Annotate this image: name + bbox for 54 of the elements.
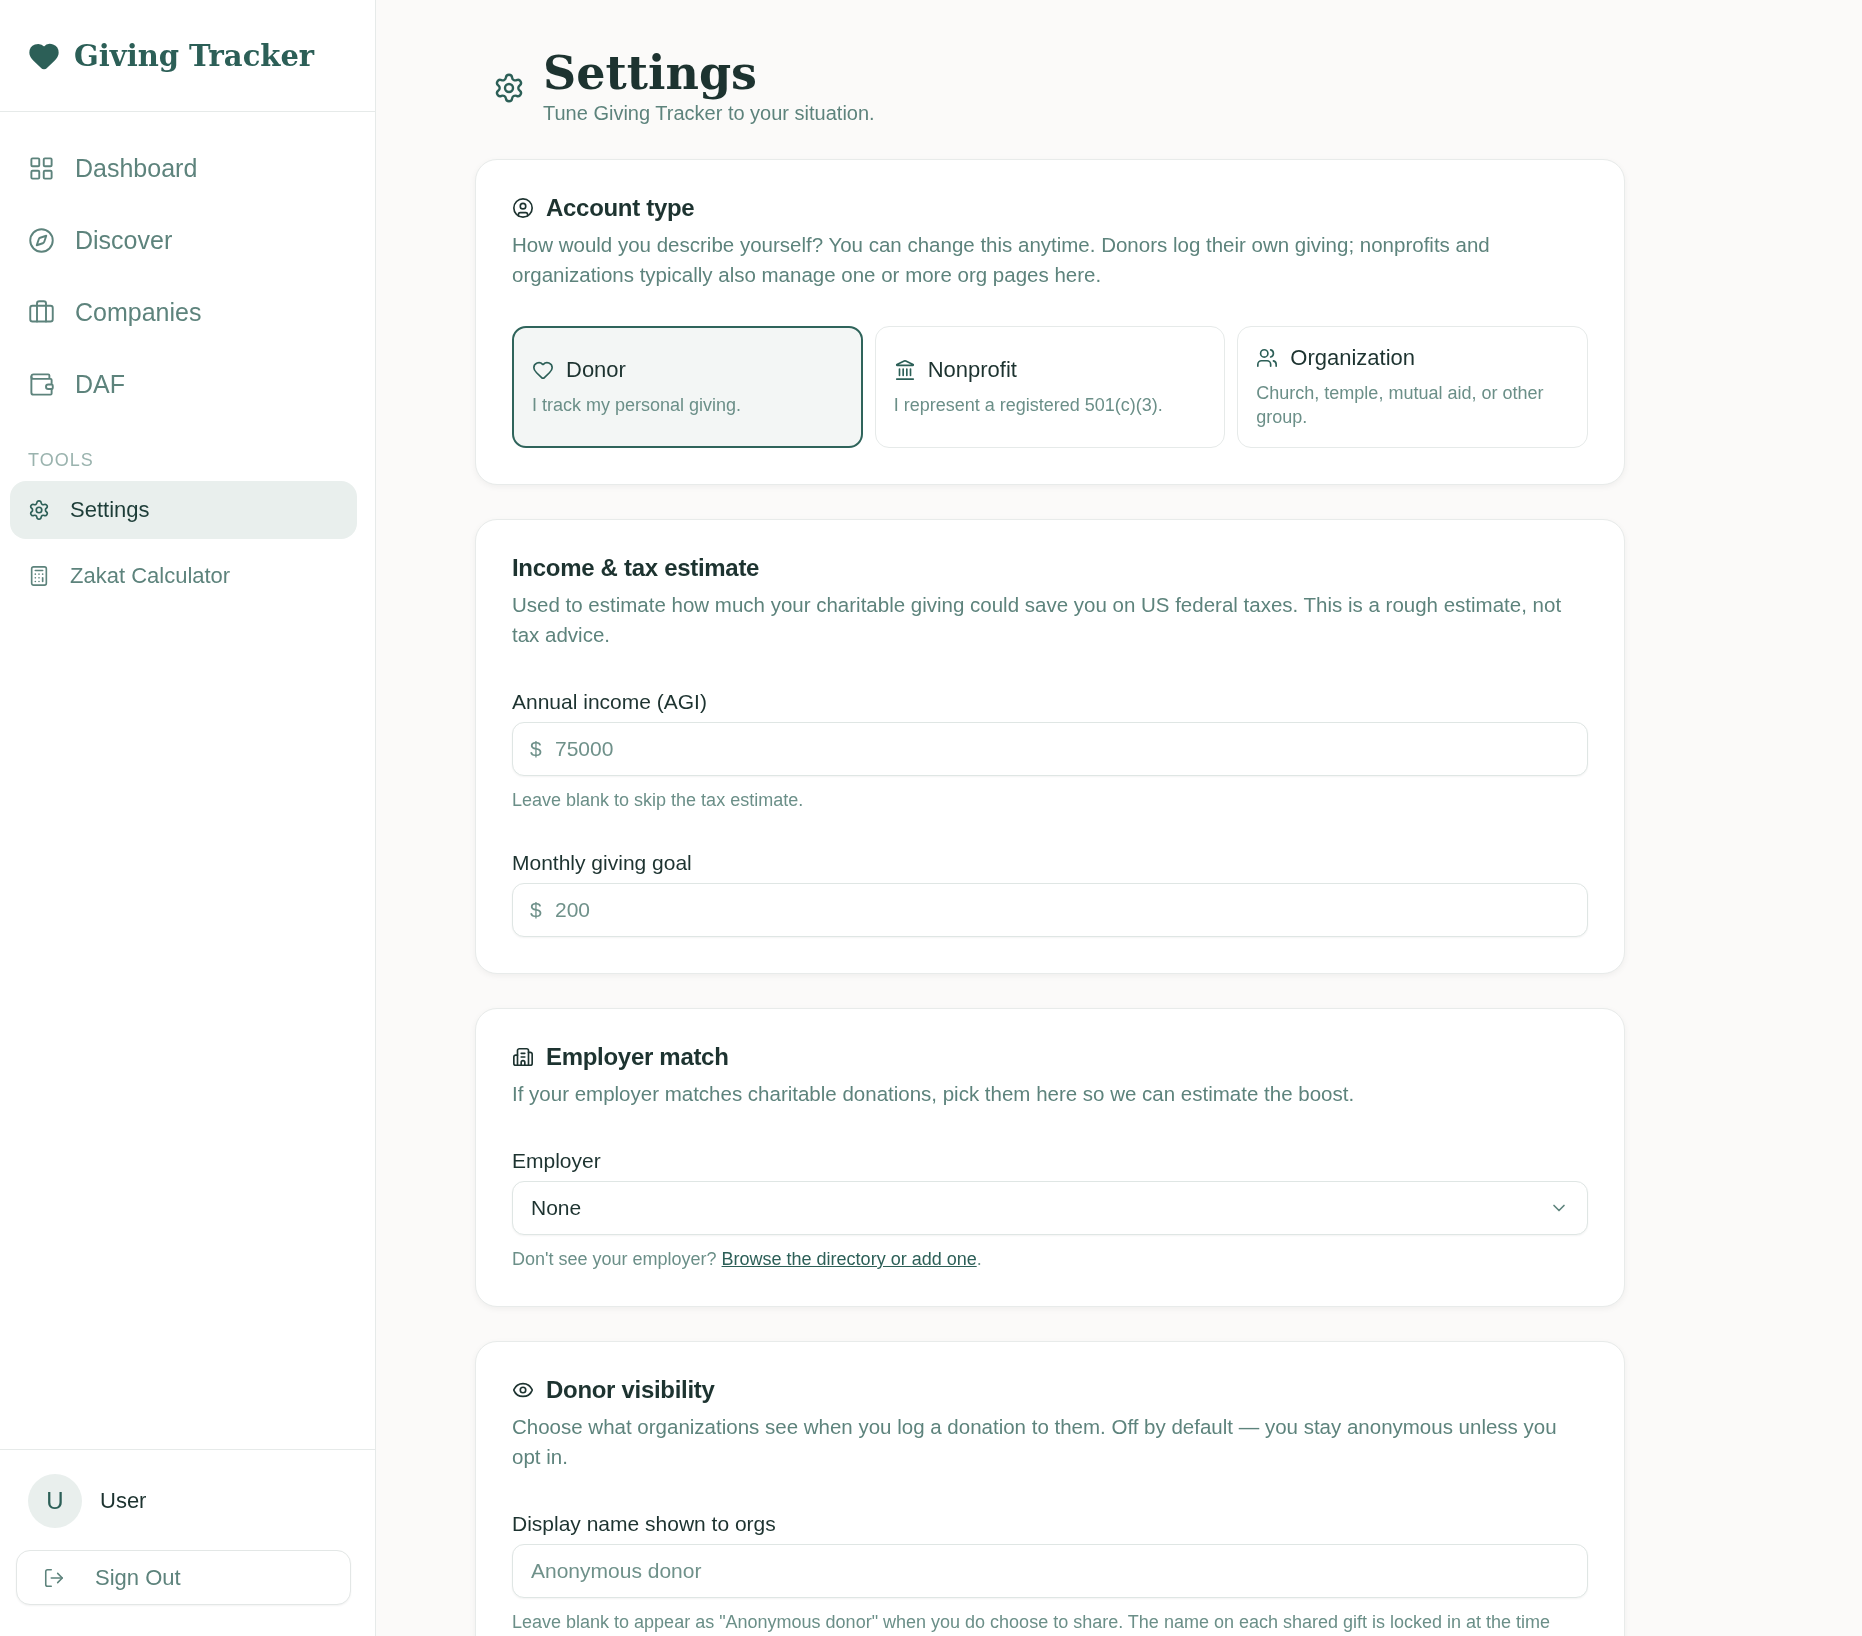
- nav-item[interactable]: Settings: [10, 481, 357, 539]
- account-type-option[interactable]: Donor I track my personal giving.: [512, 326, 863, 448]
- field-label: Display name shown to orgs: [512, 1512, 777, 1536]
- option-label: Organization: [1290, 345, 1416, 371]
- option-description: Church, temple, mutual aid, or other group.: [1256, 382, 1545, 429]
- page-title: Settings: [543, 45, 758, 102]
- page-subtitle: Tune Giving Tracker to your situation.: [543, 102, 875, 125]
- card-title: Employer match: [546, 1043, 729, 1071]
- brand-name: Giving Tracker: [74, 38, 315, 73]
- card-title: Account type: [546, 194, 695, 222]
- sign-out-button[interactable]: Sign Out: [16, 1550, 351, 1605]
- user-circle-icon: [512, 197, 534, 219]
- employer-select[interactable]: None: [512, 1181, 1588, 1235]
- heart-icon: [532, 359, 554, 381]
- logout-icon: [43, 1566, 65, 1589]
- nav-item[interactable]: DAF: [0, 348, 375, 420]
- calculator-icon: [28, 565, 50, 587]
- settings-icon: [493, 72, 525, 104]
- account-type-option[interactable]: Organization Church, temple, mutual aid, or other group.: [1237, 326, 1588, 448]
- bank-icon: [893, 359, 916, 381]
- nav-item[interactable]: Zakat Calculator: [10, 547, 357, 605]
- card-description: Used to estimate how much your charitable giving could save you on US federal taxes. This is a rough estimate, not tax advice.: [512, 592, 1563, 648]
- avatar: U: [28, 1474, 82, 1528]
- card-title: Income & tax estimate: [512, 554, 760, 582]
- input-field[interactable]: Anonymous donor: [512, 1544, 1588, 1598]
- nav-item[interactable]: Dashboard: [0, 132, 375, 204]
- card-description: If your employer matches charitable donations, pick them here so we can estimate the boost.: [512, 1081, 1356, 1107]
- option-description: I track my personal giving.: [532, 394, 743, 417]
- card-description: Choose what organizations see when you log a donation to them. Off by default — you stay anonymous unless you opt in.: [512, 1414, 1558, 1470]
- user-name: User: [100, 1488, 147, 1514]
- section-label: TOOLS: [27, 449, 95, 472]
- currency-prefix: $: [530, 898, 542, 922]
- account-type-option[interactable]: Nonprofit I represent a registered 501(c)(3).: [874, 326, 1226, 448]
- nav-item[interactable]: Companies: [0, 276, 375, 348]
- field-hint: Leave blank to skip the tax estimate.: [512, 790, 805, 811]
- compass-icon: [28, 226, 55, 254]
- option-description: I represent a registered 501(c)(3).: [893, 394, 1164, 417]
- field-label: Annual income (AGI): [512, 690, 708, 714]
- directory-link[interactable]: Browse the directory or add one: [721, 1249, 977, 1269]
- wallet-icon: [28, 370, 55, 398]
- people-icon: [1256, 347, 1279, 369]
- field-label: Monthly giving goal: [512, 851, 693, 875]
- nav-item[interactable]: Discover: [0, 204, 375, 276]
- building-icon: [512, 1046, 534, 1068]
- grid-icon: [28, 154, 55, 182]
- card-description: How would you describe yourself? You can change this anytime. Donors log their own giving; nonprofits and organizations typically also manage one or more org pages here.: [512, 232, 1491, 288]
- field-hint: Leave blank to appear as "Anonymous donor" when you do choose to share. The name on each shared gift is locked in at the time: [512, 1612, 1552, 1633]
- option-label: Nonprofit: [927, 357, 1017, 383]
- card-title: Donor visibility: [546, 1376, 715, 1404]
- option-label: Donor: [566, 357, 626, 383]
- field-label: Employer: [512, 1149, 602, 1173]
- currency-prefix: $: [530, 737, 542, 761]
- field-hint: Don't see your employer? Browse the directory or add one.: [512, 1249, 983, 1270]
- settings-icon: [28, 499, 50, 521]
